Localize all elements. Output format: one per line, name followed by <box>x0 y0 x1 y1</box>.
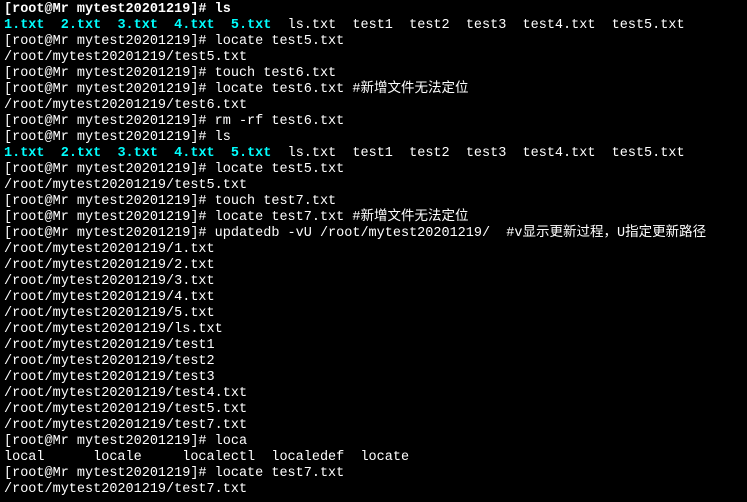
terminal-line: /root/mytest20201219/test7.txt <box>4 418 743 434</box>
terminal-segment: 5.txt <box>231 146 272 161</box>
terminal-line: /root/mytest20201219/test5.txt <box>4 178 743 194</box>
terminal-segment: /root/mytest20201219/test4.txt <box>4 386 247 401</box>
terminal-segment: [root@Mr mytest20201219]# locate test5.t… <box>4 34 344 49</box>
terminal-output[interactable]: [root@Mr mytest20201219]# ls1.txt 2.txt … <box>0 0 747 502</box>
terminal-segment: /root/mytest20201219/test7.txt <box>4 482 247 497</box>
terminal-segment: [root@Mr mytest20201219]# loca <box>4 434 247 449</box>
terminal-line: /root/mytest20201219/test5.txt <box>4 50 743 66</box>
terminal-segment: /root/mytest20201219/test1 <box>4 338 215 353</box>
terminal-line: /root/mytest20201219/test7.txt <box>4 482 743 498</box>
terminal-segment: /root/mytest20201219/test3 <box>4 370 215 385</box>
terminal-segment <box>101 18 117 33</box>
terminal-line: /root/mytest20201219/test6.txt <box>4 98 743 114</box>
terminal-segment: /root/mytest20201219/test7.txt <box>4 418 247 433</box>
terminal-line: [root@Mr mytest20201219]# rm -rf test6.t… <box>4 114 743 130</box>
terminal-line: /root/mytest20201219/2.txt <box>4 258 743 274</box>
terminal-segment: /root/mytest20201219/2.txt <box>4 258 215 273</box>
terminal-segment: /root/mytest20201219/test5.txt <box>4 402 247 417</box>
terminal-segment: /root/mytest20201219/5.txt <box>4 306 215 321</box>
terminal-segment <box>101 146 117 161</box>
terminal-segment: 2.txt <box>61 146 102 161</box>
terminal-segment: /root/mytest20201219/test2 <box>4 354 215 369</box>
terminal-segment: [root@Mr mytest20201219]# ls <box>4 2 231 17</box>
terminal-segment: ls.txt test1 test2 test3 test4.txt test5… <box>288 18 685 33</box>
terminal-segment: [root@Mr mytest20201219]# rm -rf test6.t… <box>4 114 344 129</box>
terminal-segment <box>215 18 231 33</box>
terminal-segment <box>45 146 61 161</box>
terminal-segment: 5.txt <box>231 18 272 33</box>
terminal-line: 1.txt 2.txt 3.txt 4.txt 5.txt ls.txt tes… <box>4 18 743 34</box>
terminal-line: /root/mytest20201219/ls.txt <box>4 322 743 338</box>
terminal-line: [root@Mr mytest20201219]# touch test6.tx… <box>4 66 743 82</box>
terminal-line: /root/mytest20201219/test1 <box>4 338 743 354</box>
terminal-segment: 1.txt <box>4 18 45 33</box>
terminal-segment <box>158 18 174 33</box>
terminal-segment: [root@Mr mytest20201219]# locate test7.t… <box>4 210 468 225</box>
terminal-line: /root/mytest20201219/test2 <box>4 354 743 370</box>
terminal-segment: [root@Mr mytest20201219]# touch test7.tx… <box>4 194 336 209</box>
terminal-line: /root/mytest20201219/3.txt <box>4 274 743 290</box>
terminal-segment: 4.txt <box>174 18 215 33</box>
terminal-segment: /root/mytest20201219/ls.txt <box>4 322 223 337</box>
terminal-segment: 1.txt <box>4 146 45 161</box>
terminal-line: /root/mytest20201219/4.txt <box>4 290 743 306</box>
terminal-line: /root/mytest20201219/1.txt <box>4 242 743 258</box>
terminal-line: /root/mytest20201219/test3 <box>4 370 743 386</box>
terminal-segment: /root/mytest20201219/1.txt <box>4 242 215 257</box>
terminal-line: [root@Mr mytest20201219]# loca <box>4 434 743 450</box>
terminal-segment: 3.txt <box>117 146 158 161</box>
terminal-segment: ls.txt test1 test2 test3 test4.txt test5… <box>288 146 685 161</box>
terminal-line: /root/mytest20201219/test4.txt <box>4 386 743 402</box>
terminal-line: [root@Mr mytest20201219]# ls <box>4 2 743 18</box>
terminal-segment: 4.txt <box>174 146 215 161</box>
terminal-segment: /root/mytest20201219/3.txt <box>4 274 215 289</box>
terminal-line: [root@Mr mytest20201219]# locate test5.t… <box>4 162 743 178</box>
terminal-segment <box>215 146 231 161</box>
terminal-segment: 3.txt <box>117 18 158 33</box>
terminal-line: /root/mytest20201219/test5.txt <box>4 402 743 418</box>
terminal-segment: /root/mytest20201219/test5.txt <box>4 178 247 193</box>
terminal-line: local locale localectl localedef locate <box>4 450 743 466</box>
terminal-line: [root@Mr mytest20201219]# locate test6.t… <box>4 82 743 98</box>
terminal-segment: local locale localectl localedef locate <box>4 450 409 465</box>
terminal-segment: /root/mytest20201219/test5.txt <box>4 50 247 65</box>
terminal-segment: /root/mytest20201219/test6.txt <box>4 98 247 113</box>
terminal-segment: [root@Mr mytest20201219]# locate test6.t… <box>4 82 468 97</box>
terminal-line: [root@Mr mytest20201219]# touch test7.tx… <box>4 194 743 210</box>
terminal-line: [root@Mr mytest20201219]# locate test5.t… <box>4 34 743 50</box>
terminal-segment: /root/mytest20201219/4.txt <box>4 290 215 305</box>
terminal-line: 1.txt 2.txt 3.txt 4.txt 5.txt ls.txt tes… <box>4 146 743 162</box>
terminal-line: [root@Mr mytest20201219]# ls <box>4 130 743 146</box>
terminal-segment <box>45 18 61 33</box>
terminal-line: [root@Mr mytest20201219]# locate test7.t… <box>4 466 743 482</box>
terminal-segment: [root@Mr mytest20201219]# locate test7.t… <box>4 466 344 481</box>
terminal-segment <box>271 146 287 161</box>
terminal-line: [root@Mr mytest20201219]# updatedb -vU /… <box>4 226 743 242</box>
terminal-segment: [root@Mr mytest20201219]# touch test6.tx… <box>4 66 336 81</box>
terminal-segment: [root@Mr mytest20201219]# ls <box>4 130 231 145</box>
terminal-segment <box>158 146 174 161</box>
terminal-segment: [root@Mr mytest20201219]# updatedb -vU /… <box>4 226 706 241</box>
terminal-segment: 2.txt <box>61 18 102 33</box>
terminal-segment <box>271 18 287 33</box>
terminal-line: /root/mytest20201219/5.txt <box>4 306 743 322</box>
terminal-segment: [root@Mr mytest20201219]# locate test5.t… <box>4 162 344 177</box>
terminal-line: [root@Mr mytest20201219]# locate test7.t… <box>4 210 743 226</box>
